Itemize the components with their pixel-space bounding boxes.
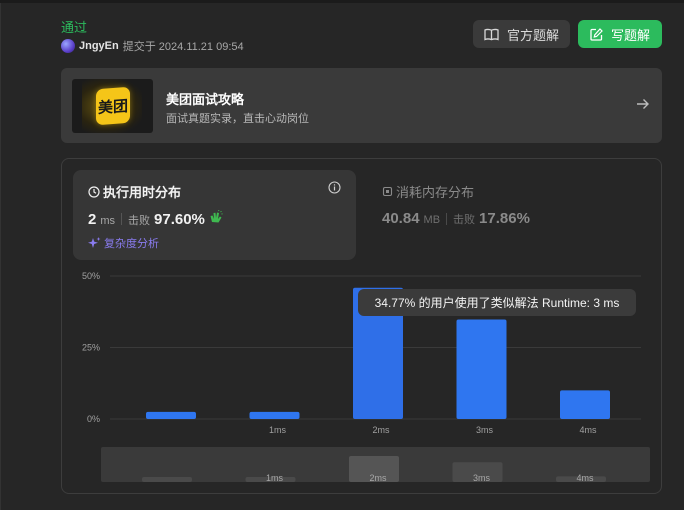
navigator-tick-label: 1ms bbox=[266, 473, 284, 483]
chart-bar bbox=[560, 390, 610, 419]
x-tick-label: 3ms bbox=[476, 425, 494, 435]
navigator-tick-label: 4ms bbox=[576, 473, 594, 483]
navigator-bar bbox=[142, 477, 192, 482]
runtime-distribution-chart[interactable]: 0% 25% 50% 1ms 2ms 3ms 4ms 1ms 2ms 3ms 4ms bbox=[0, 0, 684, 510]
y-tick-label: 0% bbox=[87, 414, 100, 424]
chart-bar bbox=[456, 319, 507, 419]
x-tick-label: 1ms bbox=[269, 425, 287, 435]
navigator-tick-label: 3ms bbox=[473, 473, 491, 483]
y-tick-label: 50% bbox=[82, 271, 100, 281]
y-tick-label: 25% bbox=[82, 343, 100, 353]
x-tick-label: 4ms bbox=[579, 425, 597, 435]
chart-bar bbox=[249, 411, 300, 419]
x-tick-label: 2ms bbox=[372, 425, 390, 435]
chart-tooltip: 34.77% 的用户使用了类似解法 Runtime: 3 ms bbox=[358, 289, 636, 316]
navigator-tick-label: 2ms bbox=[369, 473, 387, 483]
chart-bar bbox=[146, 411, 196, 419]
